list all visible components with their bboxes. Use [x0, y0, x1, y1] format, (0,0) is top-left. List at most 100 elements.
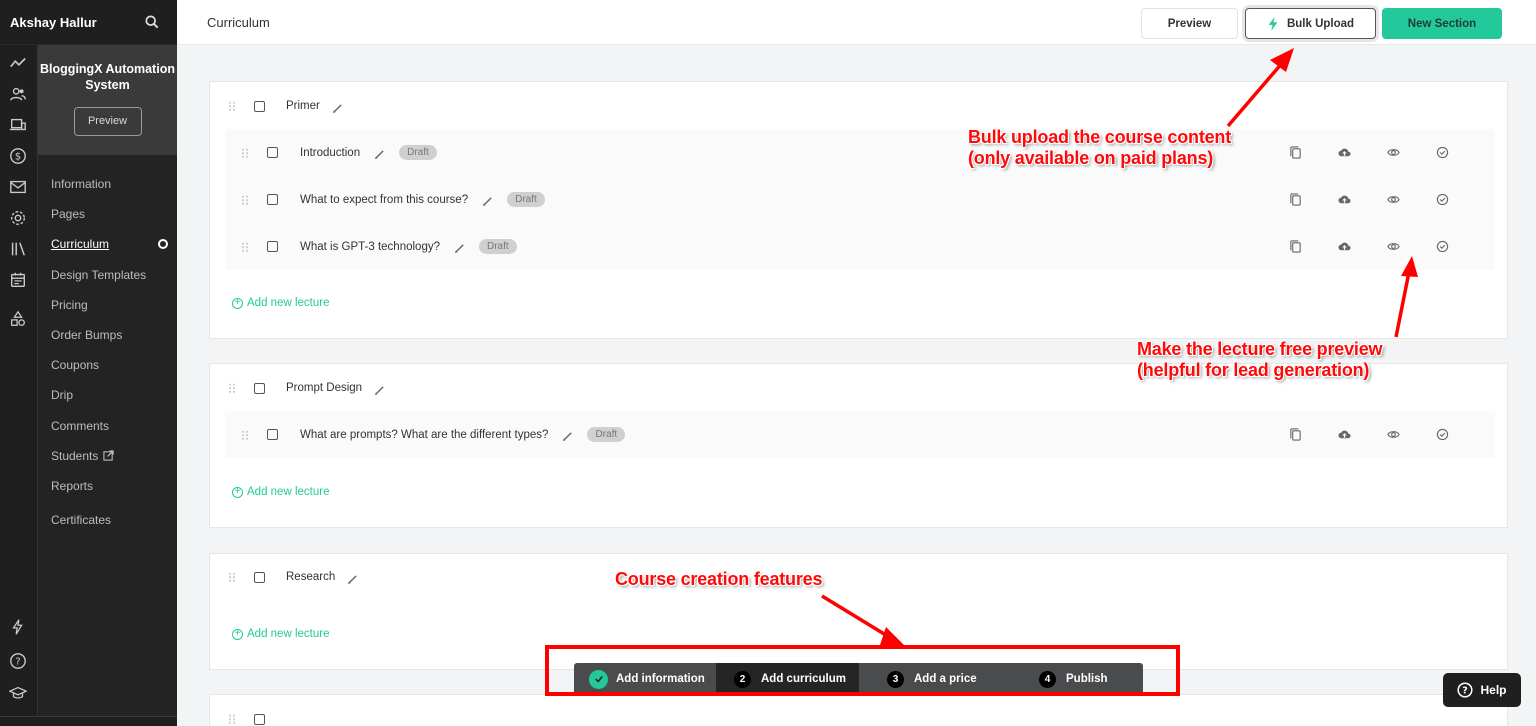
- sidebar-header: Akshay Hallur: [0, 0, 177, 45]
- eye-icon[interactable]: [1369, 428, 1418, 441]
- copy-icon[interactable]: [1271, 240, 1320, 253]
- drag-handle-icon[interactable]: [241, 194, 249, 205]
- cloud-upload-icon[interactable]: [1320, 240, 1369, 253]
- section-header: Primer: [210, 96, 343, 116]
- add-lecture-label: Add new lecture: [247, 628, 330, 640]
- course-preview-button[interactable]: Preview: [73, 107, 142, 136]
- lecture-checkbox[interactable]: [267, 429, 278, 440]
- nav-item-reports[interactable]: Reports: [38, 471, 177, 501]
- preview-button[interactable]: Preview: [1141, 8, 1238, 39]
- calendar-icon[interactable]: [8, 270, 28, 290]
- drag-handle-icon[interactable]: [228, 714, 236, 724]
- edit-pencil-icon[interactable]: [374, 147, 385, 160]
- add-new-lecture-link[interactable]: + Add new lecture: [232, 297, 329, 309]
- drag-handle-icon[interactable]: [241, 147, 249, 158]
- edit-pencil-icon[interactable]: [332, 101, 343, 113]
- step-add-information[interactable]: Add information: [574, 663, 716, 695]
- lecture-title[interactable]: What to expect from this course?: [300, 194, 468, 206]
- graduation-cap-icon[interactable]: [8, 683, 28, 703]
- lecture-row: Introduction Draft: [225, 129, 1495, 176]
- drag-handle-icon[interactable]: [228, 101, 236, 111]
- lecture-checkbox[interactable]: [267, 147, 278, 158]
- library-icon[interactable]: [8, 239, 28, 259]
- drag-handle-icon[interactable]: [228, 383, 236, 393]
- annotation-bulk-upload: Bulk upload the course content (only ava…: [968, 127, 1231, 169]
- nav-item-pages[interactable]: Pages: [38, 199, 177, 229]
- edit-pencil-icon[interactable]: [374, 383, 385, 395]
- edit-pencil-icon[interactable]: [482, 194, 493, 207]
- nav-label: Comments: [51, 418, 110, 433]
- status-badge: Draft: [507, 192, 545, 207]
- mail-icon[interactable]: [8, 177, 28, 197]
- step-add-a-price[interactable]: 3 Add a price: [859, 663, 1001, 695]
- analytics-icon[interactable]: [8, 53, 28, 73]
- annotation-free-preview: Make the lecture free preview (helpful f…: [1137, 339, 1383, 381]
- lecture-title[interactable]: What are prompts? What are the different…: [300, 429, 548, 441]
- lecture-row: What are prompts? What are the different…: [225, 411, 1495, 458]
- nav-item-certificates[interactable]: Certificates: [38, 505, 177, 535]
- course-creation-steps: Add information 2 Add curriculum 3 Add a…: [574, 663, 1143, 695]
- check-circle-icon[interactable]: [1418, 193, 1467, 206]
- nav-item-students[interactable]: Students: [38, 441, 177, 471]
- nav-item-drip[interactable]: Drip: [38, 380, 177, 410]
- eye-icon[interactable]: [1369, 240, 1418, 253]
- section-title: Primer: [286, 100, 320, 112]
- edit-pencil-icon[interactable]: [347, 572, 358, 584]
- help-button[interactable]: ? Help: [1443, 673, 1521, 707]
- new-section-button[interactable]: New Section: [1382, 8, 1502, 39]
- eye-icon[interactable]: [1369, 146, 1418, 159]
- edit-pencil-icon[interactable]: [454, 241, 465, 254]
- nav-item-information[interactable]: Information: [38, 169, 177, 199]
- nav-label: Curriculum: [51, 237, 110, 252]
- devices-icon[interactable]: [8, 115, 28, 135]
- shapes-icon[interactable]: [8, 309, 28, 329]
- drag-handle-icon[interactable]: [241, 429, 249, 440]
- section-checkbox[interactable]: [254, 100, 265, 112]
- settings-icon[interactable]: [8, 208, 28, 228]
- copy-icon[interactable]: [1271, 193, 1320, 206]
- bulk-upload-button[interactable]: Bulk Upload: [1245, 8, 1376, 39]
- step-publish[interactable]: 4 Publish: [1001, 663, 1143, 695]
- cloud-upload-icon[interactable]: [1320, 428, 1369, 441]
- nav-item-comments[interactable]: Comments: [38, 411, 177, 441]
- section-checkbox[interactable]: [254, 382, 265, 394]
- lecture-title[interactable]: Introduction: [300, 147, 360, 159]
- nav-item-pricing[interactable]: Pricing: [38, 290, 177, 320]
- annotation-line: Bulk upload the course content: [968, 127, 1232, 147]
- nav-label: Reports: [51, 478, 94, 493]
- add-new-lecture-link[interactable]: + Add new lecture: [232, 628, 329, 640]
- check-circle-icon[interactable]: [1418, 146, 1467, 159]
- eye-icon[interactable]: [1369, 193, 1418, 206]
- edit-pencil-icon[interactable]: [562, 429, 573, 442]
- nav-item-coupons[interactable]: Coupons: [38, 350, 177, 380]
- check-circle-icon[interactable]: [1418, 240, 1467, 253]
- svg-text:?: ?: [15, 657, 20, 668]
- add-new-lecture-link[interactable]: + Add new lecture: [232, 486, 329, 498]
- help-circle-icon[interactable]: ?: [8, 651, 28, 671]
- section-header: Prompt Design: [210, 378, 385, 398]
- step-add-curriculum[interactable]: 2 Add curriculum: [716, 663, 859, 695]
- nav-item-curriculum[interactable]: Curriculum: [38, 229, 177, 259]
- lecture-title[interactable]: What is GPT-3 technology?: [300, 241, 440, 253]
- lecture-row: What to expect from this course? Draft: [225, 176, 1495, 223]
- lecture-checkbox[interactable]: [267, 194, 278, 205]
- cloud-upload-icon[interactable]: [1320, 193, 1369, 206]
- copy-icon[interactable]: [1271, 146, 1320, 159]
- nav-item-order-bumps[interactable]: Order Bumps: [38, 320, 177, 350]
- drag-handle-icon[interactable]: [241, 241, 249, 252]
- users-icon[interactable]: [8, 84, 28, 104]
- cloud-upload-icon[interactable]: [1320, 146, 1369, 159]
- check-circle-icon[interactable]: [1418, 428, 1467, 441]
- section-checkbox[interactable]: [254, 713, 265, 725]
- nav-label: Design Templates: [51, 267, 147, 282]
- copy-icon[interactable]: [1271, 428, 1320, 441]
- dollar-icon[interactable]: $: [8, 146, 28, 166]
- drag-handle-icon[interactable]: [228, 572, 236, 582]
- course-title: BloggingX Automation System: [40, 62, 175, 92]
- sidebar-footer: [0, 716, 177, 726]
- search-icon[interactable]: [145, 15, 159, 29]
- lecture-checkbox[interactable]: [267, 241, 278, 252]
- section-checkbox[interactable]: [254, 571, 265, 583]
- lightning-icon[interactable]: [8, 617, 28, 637]
- nav-item-design-templates[interactable]: Design Templates: [38, 260, 177, 290]
